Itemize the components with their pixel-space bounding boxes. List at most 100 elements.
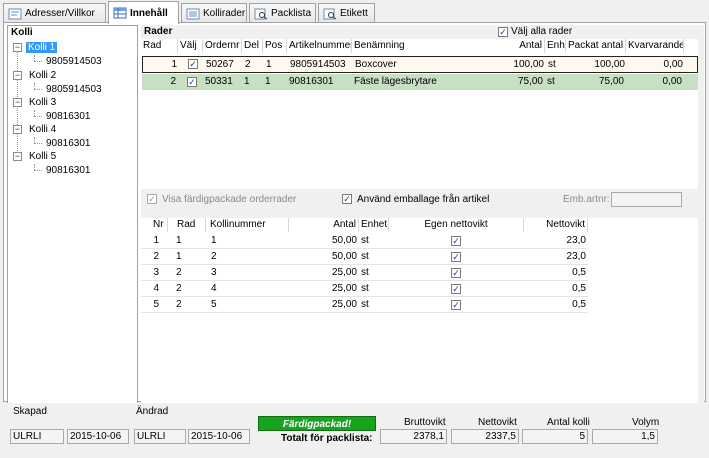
col-header-kollinummer[interactable]: Kollinummer — [206, 218, 289, 232]
cell-nr: 3 — [153, 267, 159, 278]
table-row[interactable]: 3 2 3 25,00 st 0,5 ✓ — [141, 265, 588, 281]
col-header-rad[interactable]: Rad — [168, 218, 206, 232]
cell-pos: 1 — [265, 76, 271, 87]
tree-item-kolli-1[interactable]: Kolli 1 — [26, 42, 58, 54]
cell-packat: 75,00 — [598, 76, 624, 87]
tab-etikett[interactable]: Etikett — [318, 3, 375, 23]
cell-kollinummer: 3 — [211, 267, 217, 278]
rader-title: Rader — [144, 26, 173, 37]
cell-rad: 2 — [170, 76, 176, 87]
col-header-del[interactable]: Del — [242, 39, 263, 53]
tree-item-child[interactable]: 9805914503 — [46, 84, 102, 96]
cell-nettovikt: 0,5 — [572, 283, 586, 294]
col-header-valj[interactable]: Välj — [178, 39, 203, 53]
egen-nettovikt-checkbox[interactable]: ✓ — [451, 252, 461, 262]
tab-innehall[interactable]: Innehåll — [108, 1, 179, 24]
cell-rad: 1 — [176, 251, 182, 262]
cell-nr: 4 — [153, 283, 159, 294]
cell-enhet: st — [361, 251, 369, 262]
egen-nettovikt-checkbox[interactable]: ✓ — [451, 268, 461, 278]
col-header-antal[interactable]: Antal — [289, 218, 359, 232]
tab-packlista[interactable]: Packlista — [249, 3, 316, 23]
anvand-emballage-checkbox[interactable]: ✓ — [342, 194, 352, 204]
collapse-icon[interactable]: − — [13, 152, 22, 161]
cell-benamning: Fäste lägesbrytare — [354, 76, 437, 87]
table-icon — [113, 7, 127, 19]
tab-label: Etikett — [340, 8, 368, 19]
cell-nr: 2 — [153, 251, 159, 262]
egen-nettovikt-checkbox[interactable]: ✓ — [451, 284, 461, 294]
emb-artnr-field[interactable] — [611, 192, 682, 207]
col-header-ordernr[interactable]: Ordernr — [203, 39, 242, 53]
antal-kolli-label: Antal kolli — [547, 417, 590, 428]
cell-pos: 1 — [266, 59, 272, 70]
bruttovikt-field: 2378,1 — [380, 429, 447, 444]
table-row[interactable]: 2 ✓ 50331 1 1 90816301 Fäste lägesbrytar… — [142, 74, 698, 90]
tab-label: Kollirader — [203, 8, 246, 19]
cell-ordernr: 50267 — [206, 59, 234, 70]
table-row[interactable]: 4 2 4 25,00 st 0,5 ✓ — [141, 281, 588, 297]
tree-item-child[interactable]: 90816301 — [46, 165, 91, 177]
col-header-rad[interactable]: Rad — [141, 39, 178, 53]
egen-nettovikt-checkbox[interactable]: ✓ — [451, 300, 461, 310]
tree-item-kolli-3[interactable]: Kolli 3 — [29, 97, 56, 109]
cell-kollinummer: 2 — [211, 251, 217, 262]
tree-item-kolli-2[interactable]: Kolli 2 — [29, 70, 56, 82]
collapse-icon[interactable]: − — [13, 98, 22, 107]
cell-ordernr: 50331 — [205, 76, 233, 87]
kollirader-grid: Nr Rad Kollinummer Antal Enhet Egen nett… — [141, 218, 698, 413]
cell-enhet: st — [361, 299, 369, 310]
collapse-icon[interactable]: − — [13, 43, 22, 52]
col-header-antal[interactable]: Antal — [499, 39, 545, 53]
table-row[interactable]: 1 ✓ 50267 2 1 9805914503 Boxcover 100,00… — [142, 56, 698, 73]
rader-grid: Rad Välj Ordernr Del Pos Artikelnummer B… — [141, 39, 698, 189]
visa-fardigpackade-checkbox[interactable]: ✓ — [147, 194, 157, 204]
table-row[interactable]: 5 2 5 25,00 st 0,5 ✓ — [141, 297, 588, 313]
tree-item-child[interactable]: 90816301 — [46, 111, 91, 123]
col-header-nettovikt[interactable]: Nettovikt — [524, 218, 588, 232]
tab-adresser-villkor[interactable]: Adresser/Villkor — [3, 3, 106, 23]
tab-label: Adresser/Villkor — [25, 8, 95, 19]
col-header-kvarvarande[interactable]: Kvarvarande — [626, 39, 684, 53]
row-select-checkbox[interactable]: ✓ — [188, 59, 198, 69]
col-header-artikelnummer[interactable]: Artikelnummer — [287, 39, 352, 53]
cell-del: 1 — [244, 76, 250, 87]
cell-enhet: st — [361, 235, 369, 246]
cell-rad: 2 — [176, 283, 182, 294]
cell-antal: 100,00 — [513, 59, 544, 70]
table-row[interactable]: 2 1 2 50,00 st 23,0 ✓ — [141, 249, 588, 265]
cell-kollinummer: 4 — [211, 283, 217, 294]
cell-kvarvarande: 0,00 — [663, 59, 683, 70]
volym-label: Volym — [632, 417, 660, 428]
col-header-enhet[interactable]: Enhet — [359, 218, 389, 232]
tree-item-kolli-5[interactable]: Kolli 5 — [29, 151, 56, 163]
col-header-enh[interactable]: Enh. — [545, 39, 566, 53]
tree-item-child[interactable]: 9805914503 — [46, 56, 102, 68]
col-header-egen-nettovikt[interactable]: Egen nettovikt — [389, 218, 524, 232]
cell-enh: st — [548, 59, 556, 70]
kolli-panel: Kolli − Kolli 1 9805914503 − Kolli 2 980… — [7, 25, 138, 413]
col-header-nr[interactable]: Nr — [141, 218, 168, 232]
col-header-pos[interactable]: Pos — [263, 39, 287, 53]
rader-panel: Rader ✓ Välj alla rader Rad Välj Ordernr… — [141, 25, 704, 413]
table-row[interactable]: 1 1 1 50,00 st 23,0 ✓ — [141, 233, 588, 249]
cell-artikelnummer: 9805914503 — [290, 59, 346, 70]
search-doc-icon — [323, 8, 337, 19]
tree-item-child[interactable]: 90816301 — [46, 138, 91, 150]
tab-kollirader[interactable]: Kollirader — [181, 3, 247, 23]
collapse-icon[interactable]: − — [13, 71, 22, 80]
cell-packat: 100,00 — [594, 59, 625, 70]
egen-nettovikt-checkbox[interactable]: ✓ — [451, 236, 461, 246]
select-all-checkbox[interactable]: ✓ — [498, 27, 508, 37]
col-header-packat-antal[interactable]: Packat antal — [566, 39, 626, 53]
cell-antal: 50,00 — [331, 235, 357, 246]
cell-nettovikt: 0,5 — [572, 299, 586, 310]
skapad-label: Skapad — [13, 406, 47, 417]
collapse-icon[interactable]: − — [13, 125, 22, 134]
tab-label: Innehåll — [130, 7, 168, 19]
cell-kollinummer: 5 — [211, 299, 217, 310]
cell-antal: 50,00 — [331, 251, 357, 262]
antal-kolli-field: 5 — [522, 429, 588, 444]
tree-item-kolli-4[interactable]: Kolli 4 — [29, 124, 56, 136]
row-select-checkbox[interactable]: ✓ — [187, 77, 197, 87]
